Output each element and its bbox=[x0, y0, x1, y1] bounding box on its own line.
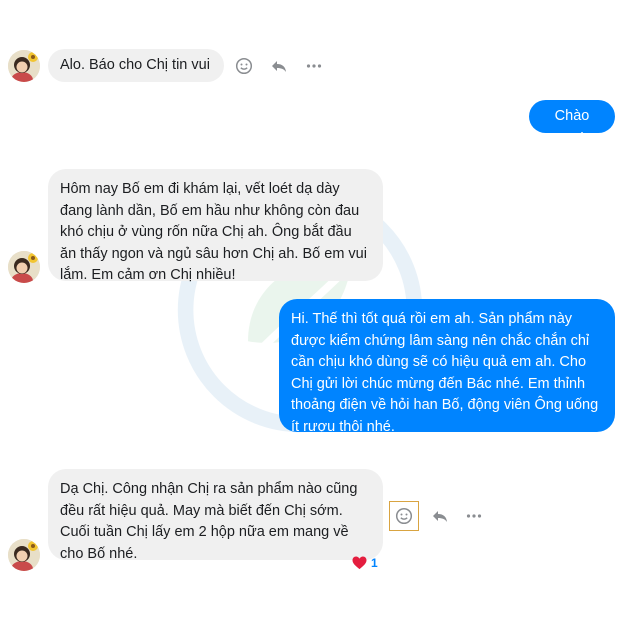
reaction-badge[interactable]: 1 bbox=[352, 556, 378, 570]
message-text: Hôm nay Bố em đi khám lại, vết loét dạ d… bbox=[60, 181, 367, 283]
reply-icon bbox=[272, 61, 286, 72]
more-icon bbox=[466, 514, 482, 518]
reaction-count: 1 bbox=[371, 556, 378, 570]
avatar[interactable] bbox=[8, 539, 40, 571]
message-bubble[interactable]: Hi. Thế thì tốt quá rồi em ah. Sản phẩm … bbox=[279, 299, 615, 435]
avatar-image-icon bbox=[8, 251, 40, 283]
react-button[interactable] bbox=[389, 501, 419, 531]
more-button[interactable] bbox=[303, 55, 325, 77]
message-bubble[interactable]: Hôm nay Bố em đi khám lại, vết loét dạ d… bbox=[48, 169, 383, 283]
smiley-icon bbox=[395, 507, 413, 525]
avatar[interactable] bbox=[8, 251, 40, 283]
reply-icon bbox=[433, 511, 447, 522]
message-bubble[interactable]: Dạ Chị. Công nhận Chị ra sản phẩm nào cũ… bbox=[48, 469, 383, 562]
smiley-icon bbox=[235, 57, 253, 75]
message-text: Dạ Chị. Công nhận Chị ra sản phẩm nào cũ… bbox=[60, 481, 358, 562]
avatar-image-icon bbox=[8, 539, 40, 571]
more-button[interactable] bbox=[463, 505, 485, 527]
heart-icon bbox=[352, 556, 367, 570]
message-bubble[interactable]: Alo. Báo cho Chị tin vui bbox=[48, 49, 224, 82]
avatar-image-icon bbox=[8, 50, 40, 82]
react-button[interactable] bbox=[233, 55, 255, 77]
message-text: Alo. Báo cho Chị tin vui bbox=[60, 57, 210, 73]
reply-button[interactable] bbox=[268, 55, 290, 77]
message-text: Hi. Thế thì tốt quá rồi em ah. Sản phẩm … bbox=[291, 311, 599, 435]
avatar[interactable] bbox=[8, 50, 40, 82]
reply-button[interactable] bbox=[429, 505, 451, 527]
message-text: Chào em! bbox=[554, 108, 590, 146]
more-icon bbox=[306, 64, 322, 68]
message-bubble[interactable]: Chào em! bbox=[529, 100, 615, 146]
